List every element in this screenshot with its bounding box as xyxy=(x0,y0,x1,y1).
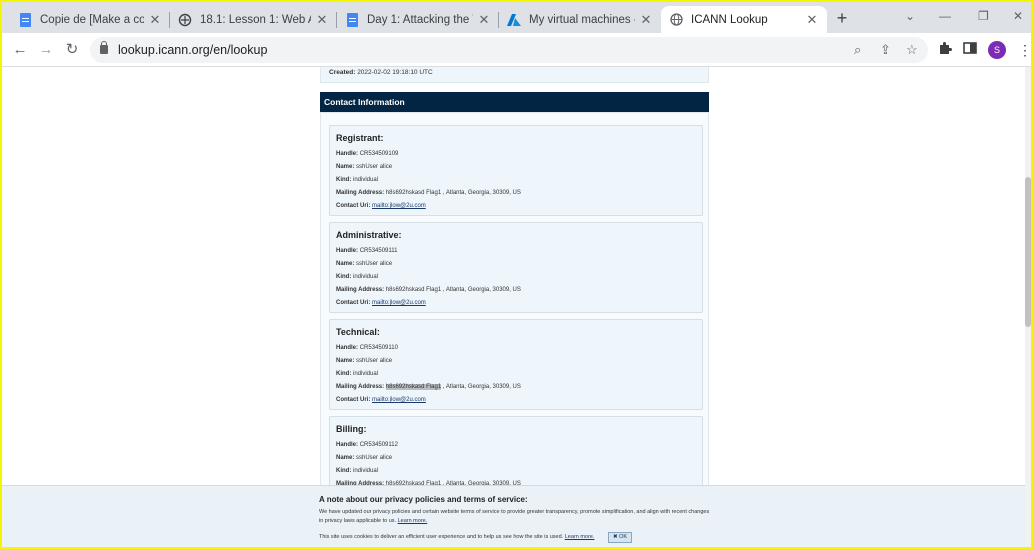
back-icon[interactable]: ← xyxy=(11,41,29,59)
contact-uri-field: Contact Uri: mailto:jlow@2u.com xyxy=(336,203,426,209)
tab-title: ICANN Lookup xyxy=(691,13,768,26)
tab-title: Copie de [Make a copy] R xyxy=(40,13,144,26)
contact-uri-field: Contact Uri: mailto:jlow@2u.com xyxy=(336,397,426,403)
privacy-title: A note about our privacy policies and te… xyxy=(319,495,528,504)
mailing-address-field: Mailing Address: h8s692hskasd Flag1 , At… xyxy=(336,384,521,390)
tab-azure[interactable]: My virtual machines - Azu ✕ xyxy=(499,6,661,33)
extensions-icon[interactable] xyxy=(938,41,952,59)
tab-icann-lookup[interactable]: ICANN Lookup ✕ xyxy=(661,6,827,33)
minimize-icon[interactable]: — xyxy=(939,9,951,23)
zoom-icon[interactable]: ⌕ xyxy=(854,42,861,58)
handle-field: Handle: CR534509111 xyxy=(336,248,398,254)
scrollbar-thumb[interactable] xyxy=(1025,177,1031,327)
chevron-down-icon[interactable]: ⌄ xyxy=(905,9,915,23)
administrative-card: Administrative: Handle: CR534509111 Name… xyxy=(329,222,703,313)
forward-icon[interactable]: → xyxy=(37,41,55,59)
contact-uri-link[interactable]: mailto:jlow@2u.com xyxy=(372,397,426,403)
close-icon[interactable]: ✕ xyxy=(477,12,491,28)
handle-field: Handle: CR534509109 xyxy=(336,151,399,157)
handle-field: Handle: CR534509110 xyxy=(336,345,398,351)
contact-uri-field: Contact Uri: mailto:jlow@2u.com xyxy=(336,300,426,306)
contact-information-body: Registrant: Handle: CR534509109 Name: ss… xyxy=(320,112,709,547)
close-icon[interactable]: ✕ xyxy=(315,12,329,28)
scrollbar[interactable] xyxy=(1025,67,1031,547)
cookie-learn-more-link[interactable]: Learn more. xyxy=(565,534,595,540)
kind-field: Kind: individual xyxy=(336,274,379,280)
mailing-address-field: Mailing Address: h8s692hskasd Flag1 , At… xyxy=(336,287,521,293)
cookie-notice: This site uses cookies to deliver an eff… xyxy=(319,534,595,540)
browser-window: Copie de [Make a copy] R ✕ 18.1: Lesson … xyxy=(2,2,1031,547)
contact-information-header: Contact Information xyxy=(320,92,709,112)
kind-field: Kind: individual xyxy=(336,177,379,183)
selected-text[interactable]: h8s692hskasd Flag1 xyxy=(385,384,442,390)
tab-title: 18.1: Lesson 1: Web Appli xyxy=(200,13,311,26)
url-text[interactable]: lookup.icann.org/en/lookup xyxy=(118,43,267,57)
domain-info-card: Created: 2022-02-02 19:18:10 UTC xyxy=(320,67,709,83)
address-bar[interactable]: lookup.icann.org/en/lookup ⌕ ⇪ ☆ xyxy=(90,37,928,63)
mailing-address-field: Mailing Address: h8s692hskasd Flag1 , At… xyxy=(336,190,521,196)
kind-field: Kind: individual xyxy=(336,371,379,377)
reload-icon[interactable]: ↻ xyxy=(63,41,81,59)
browser-toolbar: ← → ↻ lookup.icann.org/en/lookup ⌕ ⇪ ☆ S… xyxy=(2,33,1031,67)
profile-avatar[interactable]: S xyxy=(988,41,1006,59)
close-window-icon[interactable]: ✕ xyxy=(1013,9,1023,23)
bookmark-star-icon[interactable]: ☆ xyxy=(906,42,918,58)
contact-title: Billing: xyxy=(336,424,367,434)
contact-title: Technical: xyxy=(336,327,380,337)
menu-icon[interactable]: ⋮ xyxy=(1018,41,1031,59)
privacy-text: We have updated our privacy policies and… xyxy=(319,509,710,524)
privacy-banner: A note about our privacy policies and te… xyxy=(2,485,1025,547)
contact-title: Administrative: xyxy=(336,230,402,240)
close-icon: ✖ xyxy=(613,534,618,540)
tab-title: My virtual machines - Azu xyxy=(529,13,635,26)
registrant-card: Registrant: Handle: CR534509109 Name: ss… xyxy=(329,125,703,216)
name-field: Name: sshUser alice xyxy=(336,455,393,461)
tab-day1[interactable]: Day 1: Attacking the Web ✕ xyxy=(337,6,499,33)
tab-strip: Copie de [Make a copy] R ✕ 18.1: Lesson … xyxy=(2,2,1031,33)
kind-field: Kind: individual xyxy=(336,468,379,474)
close-icon[interactable]: ✕ xyxy=(148,12,162,28)
contact-title: Registrant: xyxy=(336,133,384,143)
tab-lesson[interactable]: 18.1: Lesson 1: Web Appli ✕ xyxy=(170,6,337,33)
close-icon[interactable]: ✕ xyxy=(639,12,653,28)
docs-icon xyxy=(345,12,359,27)
course-icon xyxy=(178,13,192,27)
docs-icon xyxy=(18,12,32,27)
lock-icon[interactable] xyxy=(100,41,108,54)
contact-uri-link[interactable]: mailto:jlow@2u.com xyxy=(372,203,426,209)
tab-title: Day 1: Attacking the Web xyxy=(367,13,473,26)
ok-button[interactable]: ✖ OK xyxy=(608,532,633,543)
azure-icon xyxy=(507,13,521,27)
name-field: Name: sshUser alice xyxy=(336,261,393,267)
globe-icon xyxy=(669,13,683,27)
side-panel-icon[interactable] xyxy=(963,41,977,59)
page-content: Created: 2022-02-02 19:18:10 UTC Contact… xyxy=(2,67,1031,547)
name-field: Name: sshUser alice xyxy=(336,358,393,364)
new-tab-button[interactable]: + xyxy=(832,8,852,29)
share-icon[interactable]: ⇪ xyxy=(880,42,891,58)
technical-card: Technical: Handle: CR534509110 Name: ssh… xyxy=(329,319,703,410)
close-icon[interactable]: ✕ xyxy=(805,12,819,28)
tab-copie[interactable]: Copie de [Make a copy] R ✕ xyxy=(10,6,170,33)
handle-field: Handle: CR534509112 xyxy=(336,442,398,448)
contact-uri-link[interactable]: mailto:jlow@2u.com xyxy=(372,300,426,306)
learn-more-link[interactable]: Learn more. xyxy=(398,518,428,524)
restore-icon[interactable]: ❐ xyxy=(978,9,989,23)
created-field: Created: 2022-02-02 19:18:10 UTC xyxy=(329,69,433,76)
name-field: Name: sshUser alice xyxy=(336,164,393,170)
